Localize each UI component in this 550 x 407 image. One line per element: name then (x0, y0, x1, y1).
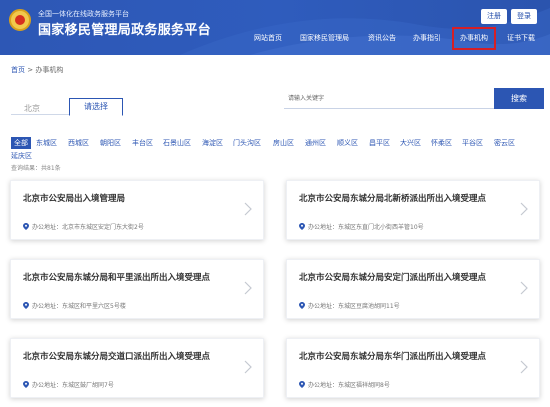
district-item[interactable]: 海淀区 (202, 137, 223, 149)
location-pin-icon (23, 381, 29, 388)
district-item[interactable]: 大兴区 (400, 137, 421, 149)
district-item[interactable]: 丰台区 (132, 137, 153, 149)
agency-name: 北京市公安局东城分局北新桥派出所出入境受理点 (299, 194, 487, 204)
agency-card[interactable]: 北京市公安局东城分局东华门派出所出入境受理点 办公地址：东城区福祥胡同8号 (286, 338, 540, 398)
agency-name: 北京市公安局东城分局交道口派出所出入境受理点 (23, 352, 211, 362)
agency-address: 办公地址：北京市东城区安定门东大街2号 (23, 222, 144, 231)
address-value: 东城区鼓厂胡同7号 (62, 382, 114, 389)
agency-name: 北京市公安局出入境管理局 (23, 194, 126, 204)
district-item[interactable]: 朝阳区 (100, 137, 121, 149)
district-item[interactable]: 昌平区 (369, 137, 390, 149)
nav-nia[interactable]: 国家移民管理局 (300, 27, 349, 50)
agency-card[interactable]: 北京市公安局出入境管理局 办公地址：北京市东城区安定门东大街2号 (10, 180, 264, 240)
chevron-right-icon[interactable] (243, 360, 253, 374)
district-item[interactable]: 怀柔区 (431, 137, 452, 149)
login-button[interactable]: 登录 (511, 9, 537, 24)
chevron-right-icon[interactable] (243, 281, 253, 295)
district-item[interactable]: 西城区 (68, 137, 89, 149)
chevron-right-icon[interactable] (519, 281, 529, 295)
breadcrumb-home[interactable]: 首页 (11, 66, 25, 74)
tab-select[interactable]: 请选择 (69, 98, 123, 116)
address-prefix: 办公地址： (32, 224, 63, 231)
breadcrumb: 首页 > 办事机构 (11, 65, 63, 75)
district-item[interactable]: 延庆区 (11, 150, 32, 162)
address-value: 东城区东直门北小街西羊管10号 (338, 224, 424, 231)
agency-address: 办公地址：东城区豆腐池胡同11号 (299, 301, 400, 310)
district-item[interactable]: 门头沟区 (233, 137, 261, 149)
search-button[interactable]: 搜索 (494, 88, 544, 109)
nav-home[interactable]: 网站首页 (254, 27, 282, 50)
chevron-right-icon[interactable] (519, 360, 529, 374)
national-emblem-icon (9, 9, 31, 31)
agency-name: 北京市公安局东城分局东华门派出所出入境受理点 (299, 352, 487, 362)
district-item[interactable]: 顺义区 (337, 137, 358, 149)
page: 全国一体化在线政务服务平台 国家移民管理局政务服务平台 注册 登录 网站首页 国… (0, 0, 550, 407)
nav-agencies[interactable]: 办事机构 (452, 27, 496, 50)
agency-card[interactable]: 北京市公安局东城分局和平里派出所出入境受理点 办公地址：东城区和平里六区5号楼 (10, 259, 264, 319)
breadcrumb-separator: > (25, 66, 36, 74)
address-value: 北京市东城区安定门东大街2号 (62, 224, 144, 231)
location-pin-icon (299, 223, 305, 230)
district-all[interactable]: 全部 (11, 137, 31, 149)
address-prefix: 办公地址： (32, 382, 63, 389)
agency-name: 北京市公安局东城分局安定门派出所出入境受理点 (299, 273, 487, 283)
chevron-right-icon[interactable] (243, 202, 253, 216)
address-value: 东城区福祥胡同8号 (338, 382, 390, 389)
address-prefix: 办公地址： (308, 382, 339, 389)
district-item[interactable]: 石景山区 (163, 137, 191, 149)
location-pin-icon (299, 381, 305, 388)
agency-address: 办公地址：东城区鼓厂胡同7号 (23, 380, 114, 389)
address-value: 东城区豆腐池胡同11号 (338, 303, 400, 310)
district-item[interactable]: 房山区 (273, 137, 294, 149)
nav-news[interactable]: 资讯公告 (368, 27, 396, 50)
agency-address: 办公地址：东城区和平里六区5号楼 (23, 301, 126, 310)
district-item[interactable]: 通州区 (305, 137, 326, 149)
location-pin-icon (23, 223, 29, 230)
search-input[interactable]: 请输入关键字 (284, 88, 494, 109)
address-prefix: 办公地址： (308, 303, 339, 310)
address-prefix: 办公地址： (308, 224, 339, 231)
site-subtitle: 全国一体化在线政务服务平台 (38, 10, 129, 18)
agency-card[interactable]: 北京市公安局东城分局安定门派出所出入境受理点 办公地址：东城区豆腐池胡同11号 (286, 259, 540, 319)
breadcrumb-current: 办事机构 (35, 66, 64, 74)
chevron-right-icon[interactable] (519, 202, 529, 216)
location-pin-icon (23, 302, 29, 309)
agency-card[interactable]: 北京市公安局东城分局北新桥派出所出入境受理点 办公地址：东城区东直门北小街西羊管… (286, 180, 540, 240)
agency-name: 北京市公安局东城分局和平里派出所出入境受理点 (23, 273, 211, 283)
district-item[interactable]: 东城区 (36, 137, 57, 149)
location-pin-icon (299, 302, 305, 309)
district-item[interactable]: 平谷区 (462, 137, 483, 149)
result-count: 查询结果：共81条 (11, 165, 61, 172)
agency-address: 办公地址：东城区福祥胡同8号 (299, 380, 390, 389)
tab-city[interactable]: 北京 (24, 103, 40, 114)
site-header: 全国一体化在线政务服务平台 国家移民管理局政务服务平台 注册 登录 网站首页 国… (0, 0, 550, 55)
address-value: 东城区和平里六区5号楼 (62, 303, 126, 310)
nav-guide[interactable]: 办事指引 (413, 27, 441, 50)
agency-address: 办公地址：东城区东直门北小街西羊管10号 (299, 222, 424, 231)
district-item[interactable]: 密云区 (494, 137, 515, 149)
site-title[interactable]: 国家移民管理局政务服务平台 (38, 19, 211, 38)
address-prefix: 办公地址： (32, 303, 63, 310)
agency-card[interactable]: 北京市公安局东城分局交道口派出所出入境受理点 办公地址：东城区鼓厂胡同7号 (10, 338, 264, 398)
register-button[interactable]: 注册 (481, 9, 507, 24)
nav-cert-download[interactable]: 证书下载 (507, 27, 535, 50)
